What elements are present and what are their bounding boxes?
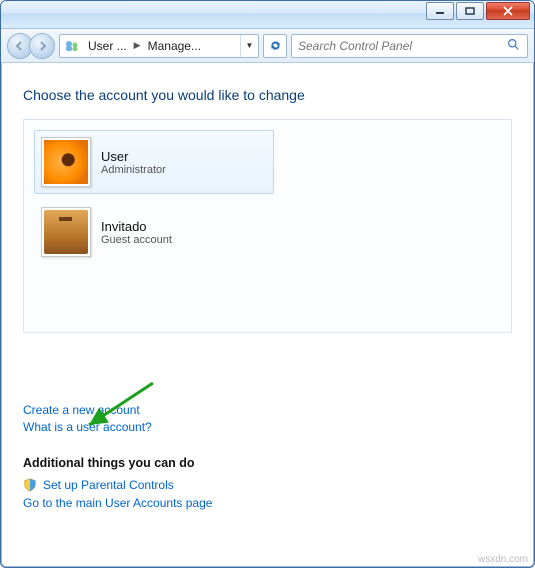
control-panel-window: User ... ▶ Manage... ▼ Choose the accoun…	[0, 0, 535, 568]
arrow-left-icon	[15, 41, 25, 51]
address-dropdown[interactable]: ▼	[240, 35, 258, 57]
account-role: Administrator	[101, 164, 166, 176]
avatar	[41, 207, 91, 257]
what-is-account-link[interactable]: What is a user account?	[23, 420, 512, 434]
page-heading: Choose the account you would like to cha…	[23, 87, 512, 103]
nav-buttons	[7, 33, 55, 59]
additional-section: Additional things you can do Set up Pare…	[23, 456, 512, 510]
suitcase-icon	[44, 210, 88, 254]
arrow-right-icon	[37, 41, 47, 51]
refresh-icon	[269, 39, 282, 52]
address-bar[interactable]: User ... ▶ Manage... ▼	[59, 34, 259, 58]
chevron-right-icon: ▶	[131, 40, 144, 51]
account-item-user[interactable]: User Administrator	[34, 130, 274, 194]
account-item-invitado[interactable]: Invitado Guest account	[34, 200, 274, 264]
create-account-link[interactable]: Create a new account	[23, 403, 512, 417]
parental-controls-link[interactable]: Set up Parental Controls	[43, 478, 174, 492]
accounts-panel: User Administrator Invitado Guest accoun…	[23, 119, 512, 333]
window-titlebar	[1, 1, 534, 29]
account-links: Create a new account What is a user acco…	[23, 403, 512, 434]
account-name: User	[101, 149, 166, 164]
search-bar[interactable]	[291, 34, 528, 58]
close-button[interactable]	[486, 2, 530, 20]
account-name: Invitado	[101, 219, 172, 234]
content-area: Choose the account you would like to cha…	[1, 63, 534, 524]
main-accounts-line: Go to the main User Accounts page	[23, 496, 512, 510]
account-role: Guest account	[101, 234, 172, 246]
account-text: User Administrator	[101, 149, 166, 176]
parental-controls-line: Set up Parental Controls	[23, 478, 512, 492]
breadcrumb-seg-2[interactable]: Manage...	[144, 39, 205, 53]
additional-heading: Additional things you can do	[23, 456, 512, 470]
window-controls	[426, 2, 530, 20]
maximize-button[interactable]	[456, 2, 484, 20]
shield-icon	[23, 478, 37, 492]
search-input[interactable]	[296, 38, 504, 54]
navigation-row: User ... ▶ Manage... ▼	[1, 29, 534, 63]
main-accounts-link[interactable]: Go to the main User Accounts page	[23, 496, 212, 510]
flower-icon	[44, 140, 88, 184]
search-icon[interactable]	[504, 38, 523, 54]
user-accounts-icon	[62, 36, 82, 56]
account-text: Invitado Guest account	[101, 219, 172, 246]
breadcrumb-seg-1[interactable]: User ...	[84, 39, 131, 53]
watermark: wsxdn.com	[478, 554, 528, 565]
avatar	[41, 137, 91, 187]
minimize-button[interactable]	[426, 2, 454, 20]
refresh-button[interactable]	[263, 34, 287, 58]
forward-button[interactable]	[29, 33, 55, 59]
